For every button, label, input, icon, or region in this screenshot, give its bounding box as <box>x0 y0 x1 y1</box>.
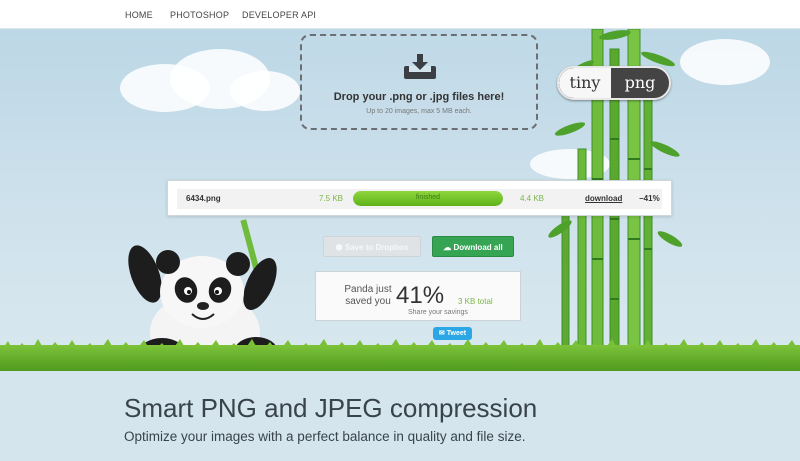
save-to-dropbox-label: Save to Dropbox <box>344 243 409 252</box>
file-drop-zone[interactable]: Drop your .png or .jpg files here! Up to… <box>300 34 538 130</box>
save-to-dropbox-button[interactable]: ⬢ Save to Dropbox <box>323 236 421 257</box>
tweet-label: Tweet <box>446 330 467 337</box>
file-name: 6434.png <box>186 194 221 203</box>
compressed-size: 4.4 KB <box>520 194 545 203</box>
savings-summary: Panda just saved you 41% 3 KB total Shar… <box>315 271 521 321</box>
cloud <box>230 71 300 111</box>
savings-total: 3 KB total <box>458 297 493 306</box>
logo-text-tiny: tiny <box>559 68 611 98</box>
drop-zone-subtitle: Up to 20 images, max 5 MB each. <box>366 108 472 115</box>
nav-home[interactable]: HOME <box>125 10 153 20</box>
download-tray-icon <box>404 54 436 79</box>
share-savings-text: Share your savings <box>408 309 468 316</box>
results-panel: 6434.png 7.5 KB finished 4.4 KB download… <box>167 180 672 216</box>
page-headline: Smart PNG and JPEG compression <box>124 393 538 423</box>
cloud <box>680 39 770 85</box>
cloud-download-icon: ☁ <box>443 243 452 252</box>
progress-status: finished <box>415 194 441 201</box>
savings-caption: Panda just saved you <box>344 284 392 307</box>
drop-zone-title: Drop your .png or .jpg files here! <box>333 91 505 103</box>
download-all-button[interactable]: ☁ Download all <box>432 236 514 257</box>
nav-developer-api[interactable]: DEVELOPER API <box>242 10 316 20</box>
download-all-label: Download all <box>453 243 503 252</box>
page-tagline: Optimize your images with a perfect bala… <box>124 429 526 444</box>
savings-percent: 41% <box>396 282 445 309</box>
top-navigation: HOME PHOTOSHOP DEVELOPER API <box>0 0 800 29</box>
compression-progress-bar: finished <box>353 191 503 206</box>
grass-ground <box>0 345 800 371</box>
original-size: 7.5 KB <box>319 194 344 203</box>
twitter-bird-icon: ✉ <box>438 330 445 337</box>
tweet-button[interactable]: ✉ Tweet <box>433 327 472 340</box>
download-link[interactable]: download <box>585 194 622 203</box>
dropbox-icon: ⬢ <box>335 243 343 252</box>
logo-text-png: png <box>624 73 656 92</box>
intro-section: Smart PNG and JPEG compression Optimize … <box>0 371 800 461</box>
file-result-row: 6434.png 7.5 KB finished 4.4 KB download… <box>177 189 662 209</box>
tinypng-logo: tiny png <box>557 66 671 100</box>
nav-photoshop[interactable]: PHOTOSHOP <box>170 10 229 20</box>
reduction-percent: −41% <box>639 194 660 203</box>
